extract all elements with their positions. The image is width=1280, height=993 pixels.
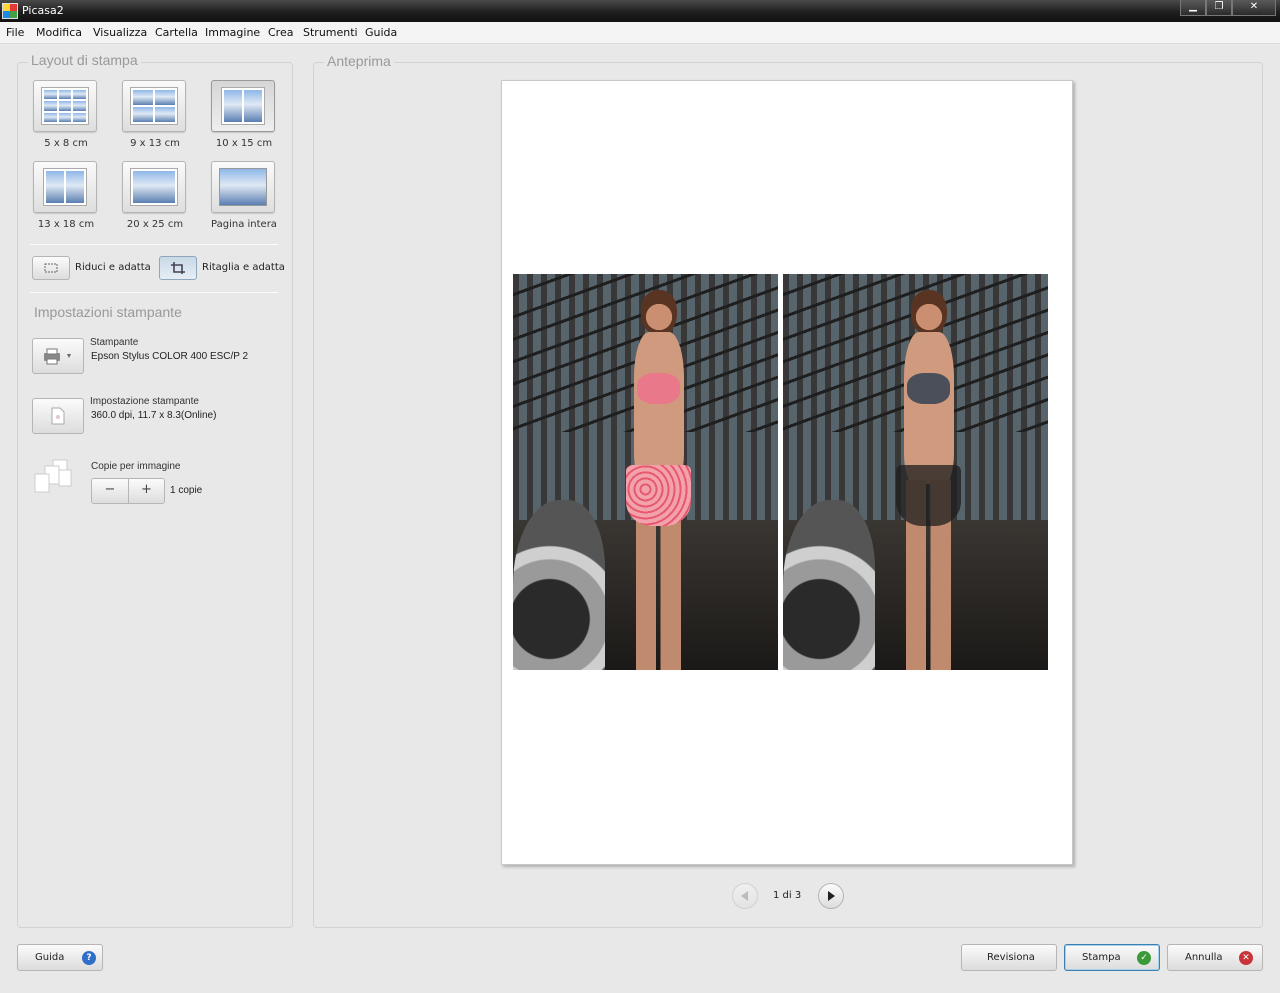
printer-settings-title: Impostazioni stampante — [31, 304, 185, 320]
print-button[interactable]: Stampa ✓ — [1064, 944, 1160, 971]
printer-name: Epson Stylus COLOR 400 ESC/P 2 — [91, 351, 249, 362]
menu-guida[interactable]: Guida — [365, 26, 397, 39]
title-bar: Picasa2 ▁ ❐ ✕ — [0, 0, 1280, 22]
layout-option-13x18[interactable]: 13 x 18 cm — [33, 161, 99, 230]
maximize-button[interactable]: ❐ — [1206, 0, 1232, 16]
preview-photo-2[interactable] — [783, 274, 1048, 670]
window-controls: ▁ ❐ ✕ — [1180, 0, 1276, 16]
review-button-label: Revisiona — [987, 952, 1035, 963]
next-page-button[interactable] — [818, 883, 844, 909]
layout-label: 10 x 15 cm — [215, 138, 273, 149]
printer-icon — [44, 348, 71, 365]
copies-label: Copie per immagine — [91, 461, 181, 472]
cancel-button[interactable]: Annulla ✕ — [1167, 944, 1263, 971]
help-button-label: Guida — [35, 952, 65, 963]
layout-label: 9 x 13 cm — [130, 138, 180, 149]
layout-option-20x25[interactable]: 20 x 25 cm — [122, 161, 188, 230]
picasa-app-icon — [2, 3, 18, 19]
window-title: Picasa2 — [22, 4, 64, 17]
layout-thumbnail — [33, 80, 97, 132]
page-navigator: 1 di 3 — [732, 883, 844, 909]
printer-setup-value: 360.0 dpi, 11.7 x 8.3(Online) — [91, 410, 217, 421]
layout-label: 13 x 18 cm — [37, 219, 95, 230]
printer-setup-label: Impostazione stampante — [90, 396, 199, 407]
crop-icon — [171, 262, 185, 274]
printer-select-button[interactable] — [32, 338, 84, 374]
menu-strumenti[interactable]: Strumenti — [303, 26, 358, 39]
layout-label: Pagina intera — [211, 219, 277, 230]
divider — [30, 292, 278, 293]
cancel-button-label: Annulla — [1185, 952, 1223, 963]
preview-title: Anteprima — [324, 53, 394, 69]
shrink-to-fit-label: Riduci e adatta — [75, 262, 151, 273]
layout-option-9x13[interactable]: 9 x 13 cm — [122, 80, 188, 149]
decrease-copies-button[interactable]: − — [92, 479, 128, 503]
check-icon: ✓ — [1137, 951, 1151, 965]
page-indicator: 1 di 3 — [773, 890, 802, 901]
arrow-right-icon — [828, 891, 835, 901]
preview-photo-1[interactable] — [513, 274, 778, 670]
x-icon: ✕ — [1239, 951, 1253, 965]
layout-thumbnail — [122, 161, 186, 213]
menu-file[interactable]: File — [6, 26, 24, 39]
question-icon: ? — [82, 951, 96, 965]
layout-thumbnail — [211, 161, 275, 213]
printer-setup-button[interactable] — [32, 398, 84, 434]
close-window-button[interactable]: ✕ — [1232, 0, 1276, 16]
menu-visualizza[interactable]: Visualizza — [93, 26, 147, 39]
previous-page-button[interactable] — [732, 883, 758, 909]
divider — [30, 244, 278, 245]
layout-option-5x8[interactable]: 5 x 8 cm — [33, 80, 99, 149]
menu-cartella[interactable]: Cartella — [155, 26, 198, 39]
layout-option-10x15[interactable]: 10 x 15 cm — [211, 80, 277, 149]
printer-label: Stampante — [90, 337, 139, 348]
layout-thumbnail — [122, 80, 186, 132]
menu-modifica[interactable]: Modifica — [36, 26, 82, 39]
menu-bar: File Modifica Visualizza Cartella Immagi… — [0, 22, 1280, 44]
copies-stepper: − + — [91, 478, 165, 504]
page-icon — [51, 407, 65, 425]
shrink-to-fit-button[interactable] — [32, 256, 70, 280]
menu-immagine[interactable]: Immagine — [205, 26, 260, 39]
stacked-pages-icon — [34, 459, 72, 493]
layout-thumbnail — [33, 161, 97, 213]
arrow-left-icon — [741, 891, 748, 901]
copies-value: 1 copie — [170, 485, 203, 496]
menu-crea[interactable]: Crea — [268, 26, 293, 39]
help-button[interactable]: Guida ? — [17, 944, 103, 971]
crop-to-fit-label: Ritaglia e adatta — [202, 262, 285, 273]
crop-to-fit-button[interactable] — [159, 256, 197, 280]
layout-option-full-page[interactable]: Pagina intera — [211, 161, 277, 230]
review-button[interactable]: Revisiona — [961, 944, 1057, 971]
print-layout-title: Layout di stampa — [28, 52, 141, 68]
print-button-label: Stampa — [1082, 952, 1121, 963]
shrink-fit-icon — [44, 263, 58, 273]
layout-thumbnail — [211, 80, 275, 132]
increase-copies-button[interactable]: + — [128, 479, 164, 503]
minimize-button[interactable]: ▁ — [1180, 0, 1206, 16]
layout-label: 5 x 8 cm — [44, 138, 88, 149]
layout-label: 20 x 25 cm — [126, 219, 184, 230]
